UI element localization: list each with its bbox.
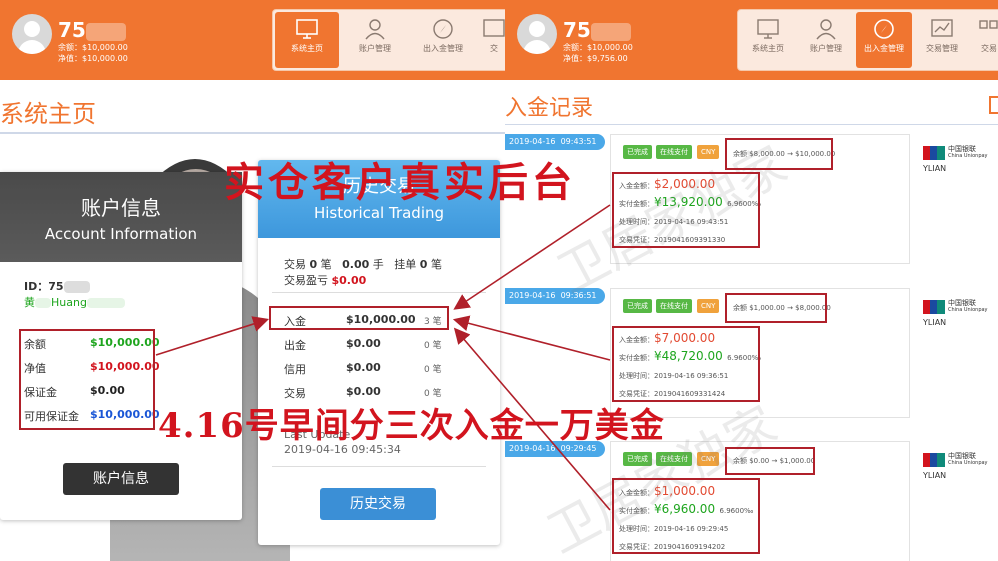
headline-annotation: 实仓客户真实后台 [224, 159, 576, 206]
arrow-account-to-deposit [155, 316, 270, 356]
annotation-arrows [155, 204, 611, 511]
arrow-record-2 [452, 315, 611, 361]
deposit-note-annotation: 4.16号早间分三次入金一万美金 [158, 406, 665, 446]
arrow-record-1 [453, 204, 611, 310]
